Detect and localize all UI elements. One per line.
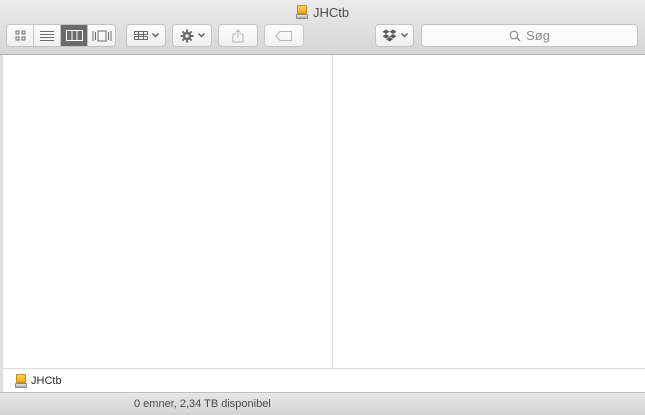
path-bar: JHCtb [3, 368, 645, 392]
list-view-button[interactable] [34, 25, 61, 46]
external-disk-icon [15, 373, 27, 388]
external-disk-icon [295, 5, 308, 19]
toolbar: JHCtb Søg [0, 0, 645, 55]
chevron-down-icon [197, 33, 205, 38]
gear-icon [180, 29, 193, 42]
finder-window: JHCtb Søg JHCtb 0 emner, 2,34 TB disponi… [0, 0, 645, 415]
tag-button[interactable] [264, 24, 304, 47]
window-title: JHCtb [0, 3, 645, 21]
browser-column-1[interactable] [3, 55, 333, 368]
tag-icon [275, 30, 292, 41]
coverflow-icon [92, 30, 111, 41]
dropbox-button[interactable] [375, 24, 414, 47]
icon-view-button[interactable] [7, 25, 34, 46]
view-mode-control [6, 24, 116, 47]
columns-icon [65, 30, 83, 41]
list-icon [40, 31, 54, 41]
coverflow-view-button[interactable] [88, 25, 115, 46]
search-icon [509, 30, 521, 41]
chevron-down-icon [400, 33, 408, 38]
share-button[interactable] [218, 24, 258, 47]
browser-column-2[interactable] [333, 55, 645, 368]
chevron-down-icon [151, 33, 159, 38]
status-bar: 0 emner, 2,34 TB disponibel [0, 392, 645, 415]
arrange-button[interactable] [126, 24, 166, 47]
search-placeholder: Søg [526, 28, 550, 43]
path-item-disk[interactable]: JHCtb [31, 375, 62, 387]
window-title-text: JHCtb [312, 4, 350, 20]
search-field[interactable]: Søg [421, 24, 638, 47]
column-view-button[interactable] [61, 25, 88, 46]
column-browser [3, 55, 645, 368]
status-text: 0 emner, 2,34 TB disponibel [134, 398, 271, 410]
share-icon [232, 28, 244, 42]
dropbox-icon [382, 29, 396, 42]
action-button[interactable] [172, 24, 212, 47]
arrange-icon [133, 30, 148, 40]
grid-icon [15, 30, 25, 41]
